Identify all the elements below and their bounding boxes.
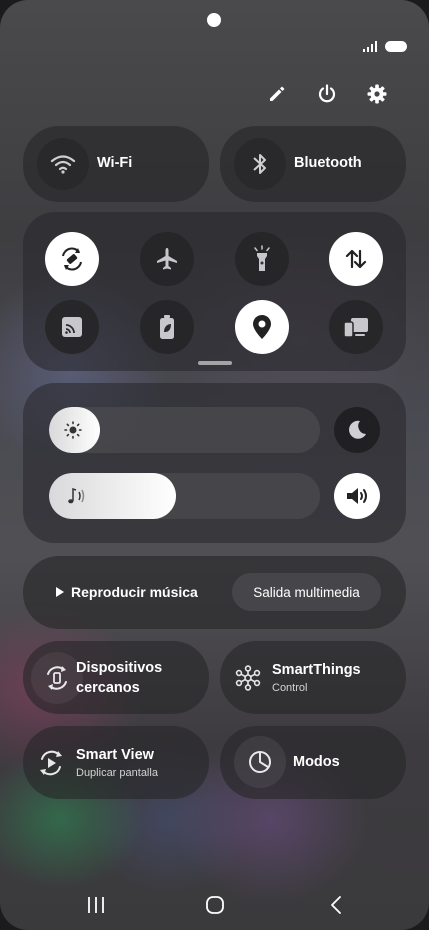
power-saving-toggle[interactable] (140, 300, 194, 354)
location-toggle[interactable] (235, 300, 289, 354)
modes-tile[interactable]: Modos (220, 726, 406, 799)
back-icon[interactable] (328, 895, 344, 915)
smart-view-icon (40, 750, 62, 776)
media-panel: Reproducir música Salida multimedia (23, 556, 406, 629)
play-music-button[interactable]: Reproducir música (55, 584, 198, 600)
night-mode-button[interactable] (334, 407, 380, 453)
bluetooth-icon (234, 138, 286, 190)
airplane-icon (157, 248, 177, 270)
media-output-label: Salida multimedia (253, 584, 360, 600)
device-switch-icon (343, 318, 368, 338)
volume-slider[interactable] (49, 473, 320, 519)
bluetooth-label: Bluetooth (294, 155, 362, 171)
settings-icon[interactable] (365, 82, 389, 106)
wifi-toggle[interactable]: Wi-Fi (23, 126, 209, 202)
mobile-data-icon (345, 249, 367, 269)
recent-apps-icon[interactable] (86, 895, 106, 915)
smartthings-subtitle: Control (272, 682, 308, 694)
power-icon[interactable] (315, 82, 339, 106)
device-switch-toggle[interactable] (329, 300, 383, 354)
moon-icon (349, 420, 366, 439)
power-saving-icon (160, 315, 174, 339)
smartthings-icon (235, 665, 261, 691)
top-actions (265, 82, 389, 106)
nearby-devices-line2: cercanos (76, 680, 140, 696)
speaker-icon (347, 488, 367, 504)
brightness-slider[interactable] (49, 407, 320, 453)
modes-label: Modos (293, 754, 340, 770)
auto-rotate-icon (62, 247, 82, 271)
wifi-label: Wi-Fi (97, 155, 133, 171)
flashlight-toggle[interactable] (235, 232, 289, 286)
airplane-toggle[interactable] (140, 232, 194, 286)
bluetooth-toggle[interactable]: Bluetooth (220, 126, 406, 202)
smartthings-tile[interactable]: SmartThings Control (220, 641, 406, 714)
quick-toggles-panel (23, 212, 406, 371)
flashlight-icon (254, 245, 270, 271)
signal-bars-icon (363, 41, 377, 52)
sound-mode-button[interactable] (334, 473, 380, 519)
wifi-icon (37, 138, 89, 190)
edit-icon[interactable] (265, 82, 289, 106)
media-output-button[interactable]: Salida multimedia (232, 573, 381, 611)
smart-view-title: Smart View (76, 747, 154, 763)
mobile-data-toggle[interactable] (329, 232, 383, 286)
sun-icon (64, 421, 82, 439)
auto-rotate-toggle[interactable] (45, 232, 99, 286)
play-music-label: Reproducir música (71, 584, 198, 600)
cast-icon (62, 317, 82, 337)
smartthings-title: SmartThings (272, 662, 361, 678)
nearby-devices-tile[interactable]: Dispositivos cercanos (23, 641, 209, 714)
battery-icon (385, 41, 407, 52)
smart-view-subtitle: Duplicar pantalla (76, 767, 158, 779)
play-icon (56, 587, 64, 597)
home-icon[interactable] (205, 895, 225, 915)
modes-icon (234, 736, 286, 788)
nearby-devices-line1: Dispositivos (76, 660, 163, 676)
sliders-panel (23, 383, 406, 543)
front-camera (207, 13, 221, 27)
status-bar (363, 41, 407, 52)
navigation-bar (0, 885, 429, 925)
panel-drag-handle[interactable] (198, 361, 232, 365)
music-note-icon (68, 487, 85, 504)
quick-settings-screen: Wi-Fi Bluetooth Reproducir música Salida… (0, 0, 429, 930)
location-icon (253, 315, 271, 339)
cast-toggle[interactable] (45, 300, 99, 354)
smart-view-tile[interactable]: Smart View Duplicar pantalla (23, 726, 209, 799)
